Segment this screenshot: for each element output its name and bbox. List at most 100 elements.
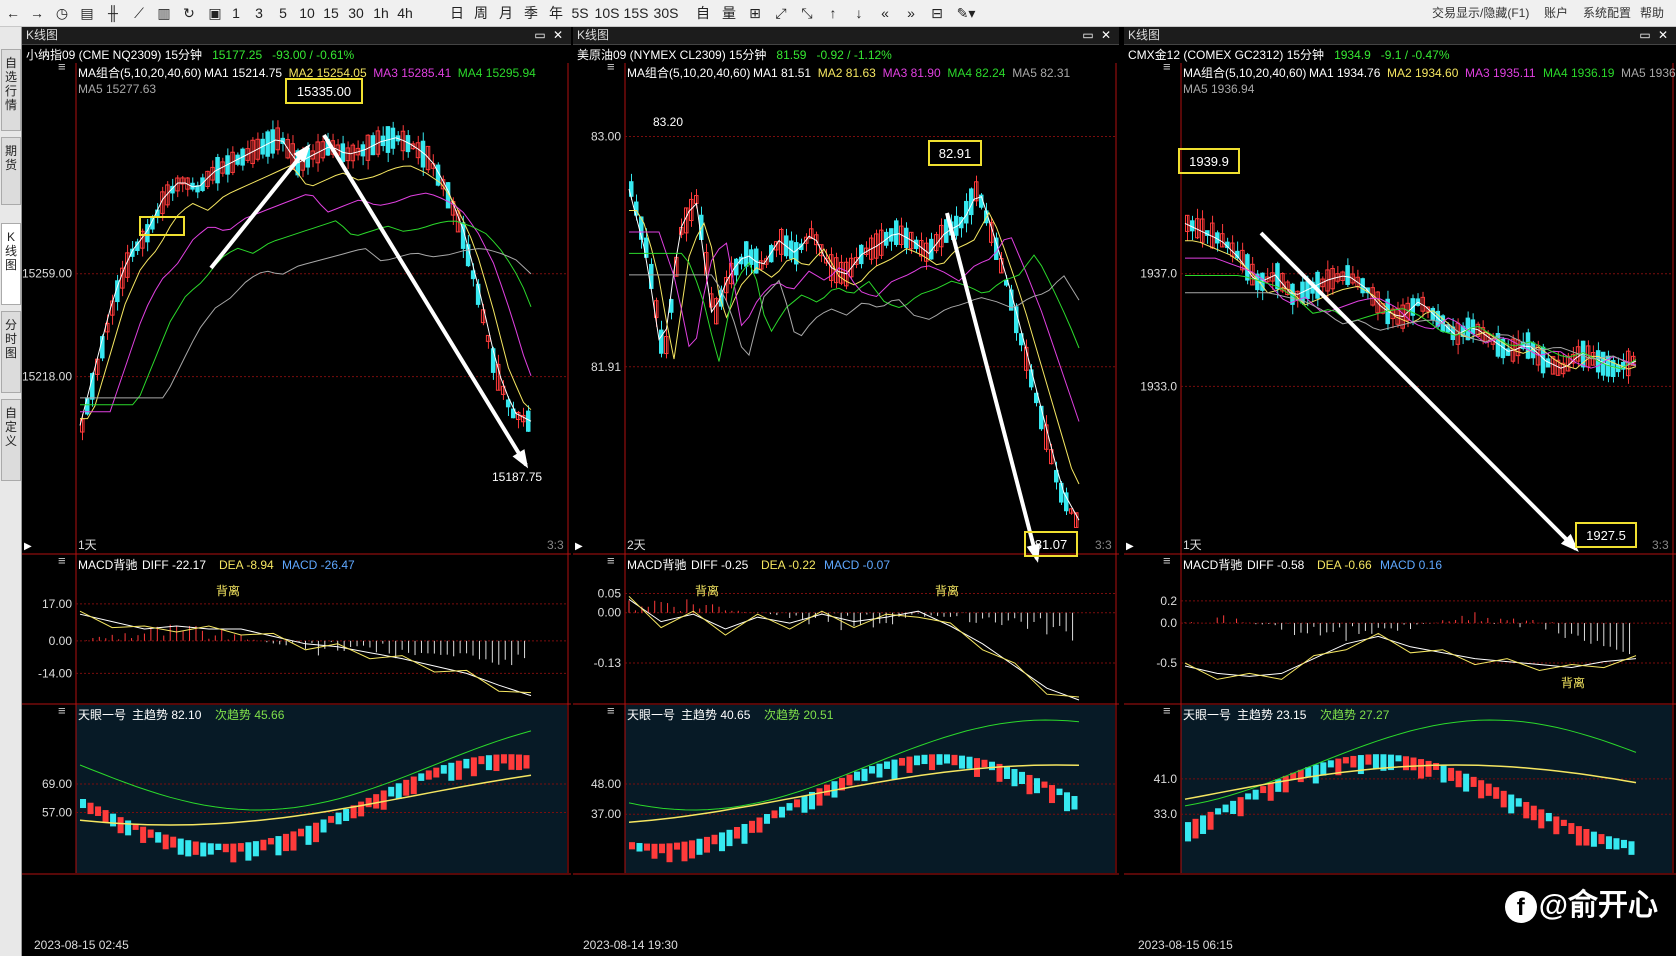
period-4h[interactable]: 4h [394,3,416,23]
period-3[interactable]: 3 [252,3,266,23]
indicator-tick-label: 37.00 [591,807,621,821]
trend-block [485,755,492,771]
grid-icon[interactable]: ⊞ [746,3,764,23]
save-icon[interactable]: ▣ [206,3,224,23]
chart-panel-cl[interactable]: K线图 ▭ ✕ 美原油09 (NYMEX CL2309) 15分钟 81.59 … [573,27,1119,956]
trend-block [140,826,147,843]
candle-body [744,241,749,267]
help-link[interactable]: 帮助 [1640,4,1664,22]
candlestick-icon[interactable]: ╫ [104,3,122,23]
period-week[interactable]: 周 [472,3,490,23]
chart-canvas: ≡ ≡ ≡ MA组合(5,10,20,40,60) MA1 1934.76 MA2 193… [1124,59,1676,875]
ma-legend-4: MA4 1936.19 [1543,66,1615,80]
trend-block [1598,834,1605,845]
line-chart-icon[interactable]: ⟋ [130,3,148,23]
indicator-tick-label: 69.00 [42,777,72,791]
trend-block [1365,754,1372,765]
chart-panel-nq[interactable]: K线图 ▭ ✕ 小纳指09 (CME NQ2309) 15分钟 15177.25… [22,27,571,956]
period-15[interactable]: 15 [320,3,342,23]
divergence-tag: 背离 [1561,675,1585,690]
trade-toggle-link[interactable]: 交易显示/隐藏(F1) [1432,4,1529,22]
trend-block [861,768,868,782]
period-10s[interactable]: 10S [593,3,621,23]
period-15s[interactable]: 15S [622,3,650,23]
macd-dea: DEA -0.22 [761,558,816,572]
shrink-icon[interactable]: ⤡ [798,3,816,23]
trend-block [1410,757,1417,771]
sidebar-tab-timeshare[interactable]: 分时图 [1,311,21,393]
pen-icon[interactable]: ✎▾ [954,3,978,23]
trend-block [636,843,643,852]
macd-tick-label: -14.00 [38,666,72,680]
period-30[interactable]: 30 [345,3,367,23]
trend-block [1185,822,1192,842]
ma-legend-5: MA5 15277.63 [78,82,156,96]
period-day[interactable]: 日 [448,3,466,23]
double-left-icon[interactable]: « [876,3,894,23]
trend-block [1252,789,1259,800]
sidebar-tab-kline[interactable]: K线图 [1,223,21,305]
calendar-grid-icon[interactable]: ▤ [78,3,96,23]
macd-dea: DEA -0.66 [1317,558,1372,572]
price-tick-label: 81.91 [591,360,621,374]
period-5s[interactable]: 5S [569,3,591,23]
bar-icon[interactable]: ▥ [155,3,173,23]
trend-block [87,802,94,815]
callout-low: 81.07 [1035,537,1068,552]
trend-block [1613,838,1620,850]
arrow-up-icon[interactable]: ↑ [824,3,842,23]
menu-icon: ≡ [58,553,66,568]
period-10[interactable]: 10 [296,3,318,23]
trend-block [282,833,289,852]
period-5[interactable]: 5 [276,3,290,23]
period-quarter[interactable]: 季 [522,3,540,23]
trend-arrow [1259,231,1578,551]
macd-tick-label: 17.00 [42,597,72,611]
clock-icon[interactable]: ◷ [53,3,71,23]
candle-body [1345,265,1350,285]
callout-high: 1939.9 [1189,154,1229,169]
period-1[interactable]: 1 [229,3,243,23]
trend-block [1230,800,1237,815]
redo-icon[interactable]: ↻ [180,3,198,23]
volume-button[interactable]: 量 [720,3,738,23]
trend-block [734,826,740,839]
sidebar-tab-futures[interactable]: 期货 [1,137,21,205]
layout-icon[interactable]: ⊟ [928,3,946,23]
ma-line-2 [80,164,532,420]
trend-block [1568,823,1575,835]
expand-icon[interactable]: ⤢ [772,3,790,23]
trend-block [155,832,162,843]
arrow-right-icon[interactable]: → [28,3,46,23]
period-30s[interactable]: 30S [652,3,680,23]
period-year[interactable]: 年 [547,3,565,23]
trend-block [1071,796,1078,810]
ma-legend-1: MA1 15214.75 [204,66,282,80]
trend-block [237,843,244,852]
price-tick-label: 1937.0 [1140,267,1177,281]
sidebar-tab-custom[interactable]: 自定义 [1,399,21,481]
high-label: 83.20 [653,115,683,129]
trend-block [1500,790,1507,808]
trend-block [448,762,455,781]
period-month[interactable]: 月 [497,3,515,23]
trend-block [899,757,905,766]
settings-link[interactable]: 系统配置 [1583,4,1631,22]
arrow-left-icon[interactable]: ← [4,3,22,23]
account-link[interactable]: 账户 [1544,4,1568,22]
trend-block [1011,769,1018,787]
main-trend-value: 主趋势 23.15 [1237,708,1307,722]
toolbar: ← → ◷ ▤ ╫ ⟋ ▥ ↻ ▣ 1 3 5 10 15 30 1h 4h 日… [0,0,1676,27]
main-trend-value: 主趋势 40.65 [681,708,751,722]
period-1h[interactable]: 1h [370,3,392,23]
double-right-icon[interactable]: » [902,3,920,23]
period-custom[interactable]: 自 [694,3,712,23]
trend-block [1372,754,1379,769]
macd-line [1184,632,1637,680]
sidebar-tab-watchlist[interactable]: 自选行情 [1,49,21,131]
trend-block [1237,797,1244,817]
chart-panel-gc[interactable]: K线图 ▭ ✕ CMX金12 (COMEX GC2312) 15分钟 1934.… [1124,27,1676,956]
ma-legend-1: MA1 81.51 [753,66,811,80]
arrow-down-icon[interactable]: ↓ [850,3,868,23]
trend-block [80,799,87,809]
